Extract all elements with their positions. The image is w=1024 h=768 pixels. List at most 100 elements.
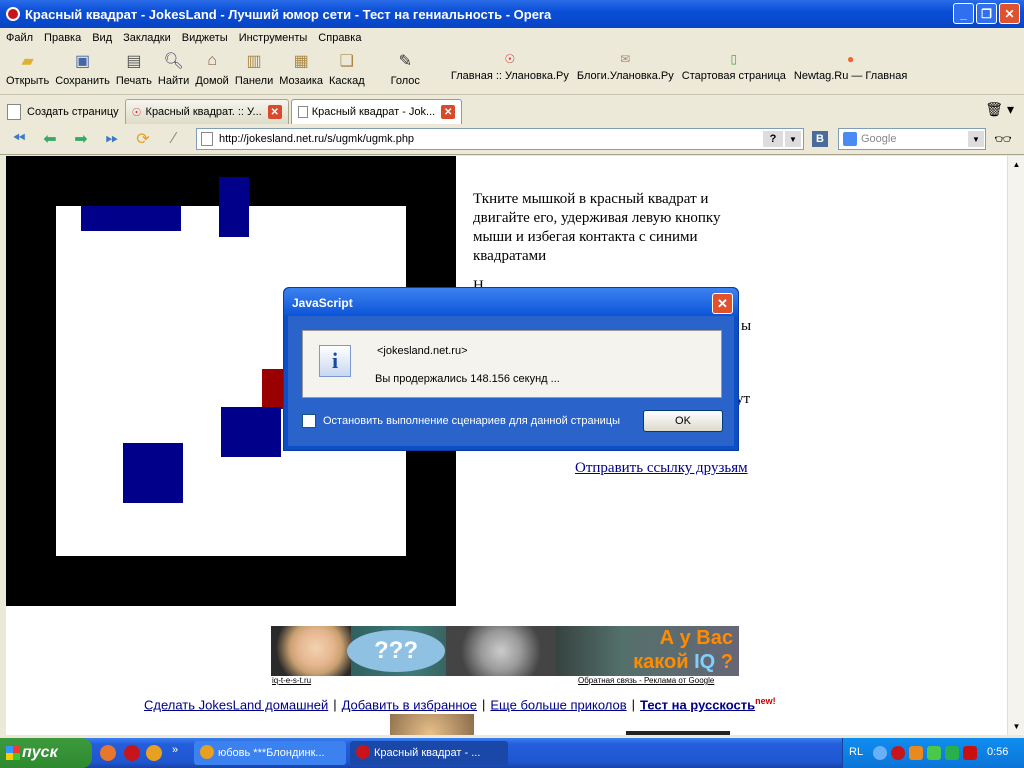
taskbar: пуск » юбовь ***Блондинк... Красный квад… [0,738,1024,768]
russianness-test-link[interactable]: Тест на русскость [640,697,755,712]
tile-button[interactable]: ▦ Мозаика [276,47,326,87]
menu-widgets[interactable]: Виджеты [182,32,235,44]
ok-button[interactable]: OK [643,410,723,432]
opera-quicklaunch-icon[interactable] [124,745,140,761]
menu-file[interactable]: Файл [6,32,40,44]
windows-logo-icon [6,746,20,760]
footer-links: Сделать JokesLand домашней | Добавить в из… [144,696,776,713]
bookmark-start-page[interactable]: ▯ Стартовая страница [678,47,790,82]
maximize-button[interactable]: ❐ [976,3,997,24]
microphone-icon: ✎ [398,53,412,70]
tray-opera-icon[interactable] [891,746,905,760]
system-tray: RL 0:56 [842,738,1024,768]
vertical-scrollbar[interactable]: ▲ ▼ [1007,156,1024,735]
tray-back-icon[interactable] [873,746,887,760]
cascade-button[interactable]: ❏ Каскад [326,47,368,87]
url-text: http://jokesland.net.ru/s/ugmk/ugmk.php [219,133,415,145]
window-titlebar: Красный квадрат - JokesLand - Лучший юмо… [0,0,1024,28]
tray-media-icon[interactable] [909,746,923,760]
back-arrow-icon[interactable]: ⬅︎ [37,126,63,152]
new-tab-button[interactable]: Создать страницу [3,99,125,124]
tray-chat-icon[interactable] [927,746,941,760]
print-button[interactable]: ▤ Печать [113,47,155,87]
add-favorites-link[interactable]: Добавить в избранное [342,697,477,712]
edit-icon[interactable]: ∕ [161,126,187,152]
send-to-friends-link[interactable]: Отправить ссылку друзьям [575,460,748,477]
more-jokes-link[interactable]: Еще больше приколов [490,697,626,712]
dialog-message-box: i <jokesland.net.ru> Вы продержались 148… [302,330,722,398]
search-dropdown-icon[interactable]: ▼ [968,131,984,147]
page-icon: ▯ [730,52,738,66]
glasses-icon[interactable]: 👓︎ [994,131,1012,148]
stop-scripts-label[interactable]: Остановить выполнение сценариев для данн… [323,415,620,427]
menu-tools[interactable]: Инструменты [239,32,315,44]
cascade-icon: ❏ [339,53,354,70]
start-button[interactable]: пуск [0,738,92,768]
address-field[interactable]: http://jokesland.net.ru/s/ugmk/ugmk.php … [196,128,804,150]
dialog-body: i <jokesland.net.ru> Вы продержались 148… [288,316,734,446]
menu-bar: Файл Правка Вид Закладки Виджеты Инструм… [0,28,1024,47]
tray-kaspersky-icon[interactable] [963,746,977,760]
iq-test-site-link[interactable]: iq-t-e-s-t.ru [272,676,311,685]
vk-icon[interactable]: B [812,131,828,147]
opera-icon [6,7,20,21]
magnifier-icon: 🔍︎ [163,53,184,70]
address-dropdown-icon[interactable]: ▼ [785,131,801,147]
reload-icon[interactable]: ⟳ [130,126,156,152]
thumbnail-image[interactable] [626,731,730,735]
panels-button[interactable]: ▥ Панели [232,47,276,87]
thumbnail-image[interactable] [390,714,474,735]
blue-square [123,443,183,503]
minimize-button[interactable]: _ [953,3,974,24]
scroll-down-icon[interactable]: ▼ [1008,718,1024,735]
save-button[interactable]: ▣ Сохранить [52,47,113,87]
language-indicator[interactable]: RL [849,746,863,758]
app-quicklaunch-icon[interactable] [146,745,162,761]
tab-red-square-2[interactable]: Красный квадрат - Jok... ✕ [290,99,463,124]
search-field[interactable]: Google ▼ [838,128,986,150]
taskbar-item[interactable]: юбовь ***Блондинк... [194,741,346,765]
dialog-host: <jokesland.net.ru> [377,345,468,357]
google-ads-feedback-link[interactable]: Обратная связь - Реклама от Google [578,676,714,685]
banner-einstein-image [446,626,556,676]
tab-red-square-1[interactable]: ☉ Красный квадрат. :: У... ✕ [124,99,289,124]
folder-icon: ▰ [21,53,34,70]
bookmark-ulanovka-home[interactable]: ☉ Главная :: Улановка.Ру [447,47,573,82]
main-toolbar: ▰ Открыть ▣ Сохранить ▤ Печать 🔍︎ Найти ⌂ Дом… [0,47,1024,95]
bookmark-ulanovka-blogs[interactable]: ✉ Блоги.Улановка.Ру [573,47,678,82]
fast-forward-icon[interactable]: ⏩︎ [99,126,125,152]
menu-help[interactable]: Справка [318,32,368,44]
make-homepage-link[interactable]: Сделать JokesLand домашней [144,697,328,712]
expand-quicklaunch-icon[interactable]: » [172,744,178,756]
scroll-up-icon[interactable]: ▲ [1008,156,1024,173]
dialog-close-button[interactable]: ✕ [712,293,733,314]
open-button[interactable]: ▰ Открыть [3,47,52,87]
forward-arrow-icon[interactable]: ➡︎ [68,126,94,152]
find-button[interactable]: 🔍︎ Найти [155,47,192,87]
ulanovka-icon: ☉ [504,52,516,66]
page-tab-icon [297,106,308,118]
iq-test-banner[interactable]: ??? А у Вас какой IQ ? [271,626,739,676]
dialog-message: Вы продержались 148.156 секунд ... [375,373,560,385]
close-tab-icon[interactable]: ✕ [441,105,456,119]
close-tab-icon[interactable]: ✕ [267,105,282,119]
menu-bookmarks[interactable]: Закладки [123,32,178,44]
trash-icon[interactable]: 🗑︎ ▾ [985,101,1014,118]
firefox-icon[interactable] [100,745,116,761]
close-window-button[interactable]: ✕ [999,3,1020,24]
banner-headline: А у Вас какой IQ ? [633,627,733,673]
bookmark-newtag[interactable]: ● Newtag.Ru — Главная [790,47,911,82]
taskbar-item-active[interactable]: Красный квадрат - ... [350,741,508,765]
rewind-icon[interactable]: ⏪︎ [6,126,32,152]
tray-network-icon[interactable] [945,746,959,760]
window-title: Красный квадрат - JokesLand - Лучший юмо… [25,6,552,22]
javascript-alert-dialog: JavaScript ✕ i <jokesland.net.ru> Вы про… [283,287,739,451]
page-icon [201,132,213,146]
panels-icon: ▥ [246,53,262,70]
home-button[interactable]: ⌂ Домой [192,47,232,87]
menu-edit[interactable]: Правка [44,32,88,44]
help-icon[interactable]: ? [763,131,783,147]
stop-scripts-checkbox[interactable] [302,414,316,428]
menu-view[interactable]: Вид [92,32,119,44]
voice-button[interactable]: ✎ Голос [388,47,423,87]
